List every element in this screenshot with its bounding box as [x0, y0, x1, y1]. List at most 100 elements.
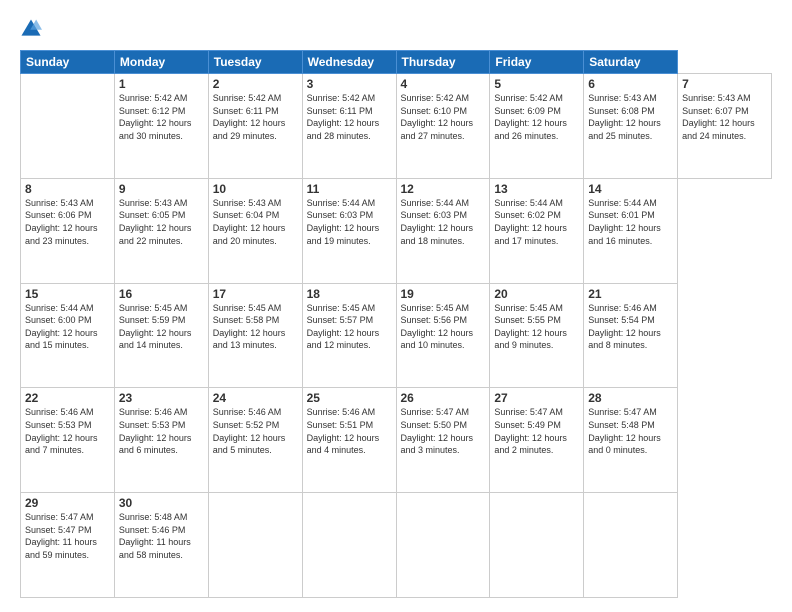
table-cell: 1Sunrise: 5:42 AMSunset: 6:12 PMDaylight…: [114, 74, 208, 179]
table-cell: 23Sunrise: 5:46 AMSunset: 5:53 PMDayligh…: [114, 388, 208, 493]
day-number: 11: [307, 182, 392, 196]
day-number: 4: [401, 77, 486, 91]
table-cell: 20Sunrise: 5:45 AMSunset: 5:55 PMDayligh…: [490, 283, 584, 388]
day-info: Sunrise: 5:42 AMSunset: 6:11 PMDaylight:…: [213, 92, 298, 142]
table-cell: 27Sunrise: 5:47 AMSunset: 5:49 PMDayligh…: [490, 388, 584, 493]
day-number: 30: [119, 496, 204, 510]
day-number: 10: [213, 182, 298, 196]
table-cell: 26Sunrise: 5:47 AMSunset: 5:50 PMDayligh…: [396, 388, 490, 493]
header-saturday: Saturday: [584, 51, 678, 74]
day-info: Sunrise: 5:45 AMSunset: 5:58 PMDaylight:…: [213, 302, 298, 352]
header-thursday: Thursday: [396, 51, 490, 74]
table-cell: [208, 493, 302, 598]
day-info: Sunrise: 5:42 AMSunset: 6:11 PMDaylight:…: [307, 92, 392, 142]
table-cell: 7Sunrise: 5:43 AMSunset: 6:07 PMDaylight…: [678, 74, 772, 179]
day-number: 25: [307, 391, 392, 405]
day-number: 7: [682, 77, 767, 91]
logo: [20, 18, 46, 40]
table-cell: 30Sunrise: 5:48 AMSunset: 5:46 PMDayligh…: [114, 493, 208, 598]
day-number: 24: [213, 391, 298, 405]
day-info: Sunrise: 5:44 AMSunset: 6:01 PMDaylight:…: [588, 197, 673, 247]
table-cell: 2Sunrise: 5:42 AMSunset: 6:11 PMDaylight…: [208, 74, 302, 179]
table-cell: 24Sunrise: 5:46 AMSunset: 5:52 PMDayligh…: [208, 388, 302, 493]
day-number: 9: [119, 182, 204, 196]
day-info: Sunrise: 5:43 AMSunset: 6:04 PMDaylight:…: [213, 197, 298, 247]
day-info: Sunrise: 5:43 AMSunset: 6:07 PMDaylight:…: [682, 92, 767, 142]
day-info: Sunrise: 5:44 AMSunset: 6:03 PMDaylight:…: [401, 197, 486, 247]
header-sunday: Sunday: [21, 51, 115, 74]
table-cell: 17Sunrise: 5:45 AMSunset: 5:58 PMDayligh…: [208, 283, 302, 388]
day-number: 20: [494, 287, 579, 301]
day-number: 23: [119, 391, 204, 405]
day-info: Sunrise: 5:44 AMSunset: 6:02 PMDaylight:…: [494, 197, 579, 247]
table-cell: [21, 74, 115, 179]
table-cell: [584, 493, 678, 598]
day-info: Sunrise: 5:46 AMSunset: 5:53 PMDaylight:…: [25, 406, 110, 456]
table-cell: 18Sunrise: 5:45 AMSunset: 5:57 PMDayligh…: [302, 283, 396, 388]
day-info: Sunrise: 5:45 AMSunset: 5:57 PMDaylight:…: [307, 302, 392, 352]
day-number: 12: [401, 182, 486, 196]
table-cell: 29Sunrise: 5:47 AMSunset: 5:47 PMDayligh…: [21, 493, 115, 598]
table-cell: 19Sunrise: 5:45 AMSunset: 5:56 PMDayligh…: [396, 283, 490, 388]
day-number: 2: [213, 77, 298, 91]
day-number: 27: [494, 391, 579, 405]
week-row-4: 22Sunrise: 5:46 AMSunset: 5:53 PMDayligh…: [21, 388, 772, 493]
day-number: 17: [213, 287, 298, 301]
table-cell: 3Sunrise: 5:42 AMSunset: 6:11 PMDaylight…: [302, 74, 396, 179]
day-info: Sunrise: 5:44 AMSunset: 6:03 PMDaylight:…: [307, 197, 392, 247]
day-info: Sunrise: 5:47 AMSunset: 5:49 PMDaylight:…: [494, 406, 579, 456]
day-info: Sunrise: 5:46 AMSunset: 5:51 PMDaylight:…: [307, 406, 392, 456]
table-cell: [302, 493, 396, 598]
day-info: Sunrise: 5:45 AMSunset: 5:59 PMDaylight:…: [119, 302, 204, 352]
day-number: 1: [119, 77, 204, 91]
logo-icon: [20, 18, 42, 40]
calendar-header-row: Sunday Monday Tuesday Wednesday Thursday…: [21, 51, 772, 74]
day-info: Sunrise: 5:44 AMSunset: 6:00 PMDaylight:…: [25, 302, 110, 352]
day-info: Sunrise: 5:45 AMSunset: 5:55 PMDaylight:…: [494, 302, 579, 352]
table-cell: [490, 493, 584, 598]
table-cell: 8Sunrise: 5:43 AMSunset: 6:06 PMDaylight…: [21, 178, 115, 283]
day-number: 5: [494, 77, 579, 91]
day-info: Sunrise: 5:45 AMSunset: 5:56 PMDaylight:…: [401, 302, 486, 352]
table-cell: 12Sunrise: 5:44 AMSunset: 6:03 PMDayligh…: [396, 178, 490, 283]
week-row-5: 29Sunrise: 5:47 AMSunset: 5:47 PMDayligh…: [21, 493, 772, 598]
day-info: Sunrise: 5:43 AMSunset: 6:05 PMDaylight:…: [119, 197, 204, 247]
table-cell: 5Sunrise: 5:42 AMSunset: 6:09 PMDaylight…: [490, 74, 584, 179]
day-info: Sunrise: 5:42 AMSunset: 6:10 PMDaylight:…: [401, 92, 486, 142]
calendar-table: Sunday Monday Tuesday Wednesday Thursday…: [20, 50, 772, 598]
table-cell: 25Sunrise: 5:46 AMSunset: 5:51 PMDayligh…: [302, 388, 396, 493]
day-number: 21: [588, 287, 673, 301]
table-cell: 10Sunrise: 5:43 AMSunset: 6:04 PMDayligh…: [208, 178, 302, 283]
header-wednesday: Wednesday: [302, 51, 396, 74]
page: Sunday Monday Tuesday Wednesday Thursday…: [0, 0, 792, 612]
table-cell: 4Sunrise: 5:42 AMSunset: 6:10 PMDaylight…: [396, 74, 490, 179]
day-info: Sunrise: 5:42 AMSunset: 6:09 PMDaylight:…: [494, 92, 579, 142]
day-info: Sunrise: 5:46 AMSunset: 5:52 PMDaylight:…: [213, 406, 298, 456]
header-tuesday: Tuesday: [208, 51, 302, 74]
day-info: Sunrise: 5:47 AMSunset: 5:50 PMDaylight:…: [401, 406, 486, 456]
day-number: 13: [494, 182, 579, 196]
day-number: 3: [307, 77, 392, 91]
day-number: 28: [588, 391, 673, 405]
day-number: 22: [25, 391, 110, 405]
table-cell: 13Sunrise: 5:44 AMSunset: 6:02 PMDayligh…: [490, 178, 584, 283]
table-cell: 14Sunrise: 5:44 AMSunset: 6:01 PMDayligh…: [584, 178, 678, 283]
header-monday: Monday: [114, 51, 208, 74]
day-number: 19: [401, 287, 486, 301]
table-cell: [396, 493, 490, 598]
table-cell: 21Sunrise: 5:46 AMSunset: 5:54 PMDayligh…: [584, 283, 678, 388]
week-row-1: 1Sunrise: 5:42 AMSunset: 6:12 PMDaylight…: [21, 74, 772, 179]
table-cell: 9Sunrise: 5:43 AMSunset: 6:05 PMDaylight…: [114, 178, 208, 283]
day-info: Sunrise: 5:48 AMSunset: 5:46 PMDaylight:…: [119, 511, 204, 561]
day-info: Sunrise: 5:43 AMSunset: 6:06 PMDaylight:…: [25, 197, 110, 247]
day-number: 16: [119, 287, 204, 301]
day-info: Sunrise: 5:47 AMSunset: 5:48 PMDaylight:…: [588, 406, 673, 456]
day-number: 8: [25, 182, 110, 196]
day-info: Sunrise: 5:46 AMSunset: 5:53 PMDaylight:…: [119, 406, 204, 456]
day-info: Sunrise: 5:46 AMSunset: 5:54 PMDaylight:…: [588, 302, 673, 352]
day-number: 15: [25, 287, 110, 301]
day-number: 14: [588, 182, 673, 196]
table-cell: 15Sunrise: 5:44 AMSunset: 6:00 PMDayligh…: [21, 283, 115, 388]
day-info: Sunrise: 5:42 AMSunset: 6:12 PMDaylight:…: [119, 92, 204, 142]
day-number: 29: [25, 496, 110, 510]
